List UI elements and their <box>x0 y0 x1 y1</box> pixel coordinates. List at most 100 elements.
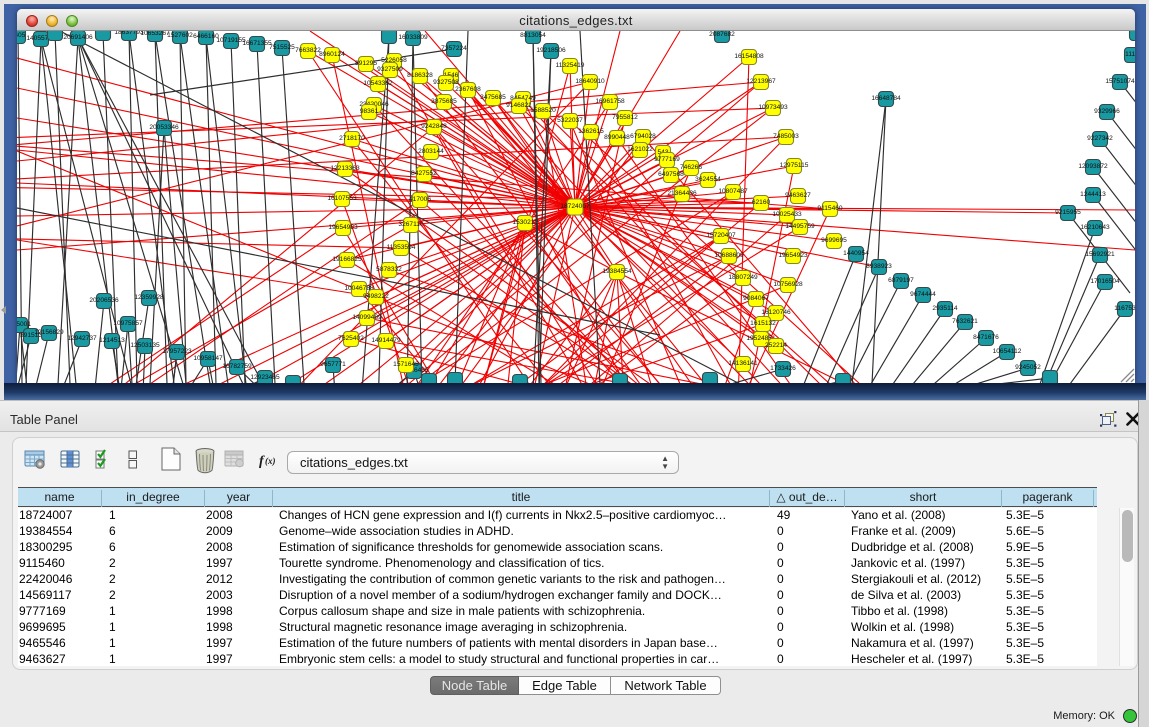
svg-text:16782759: 16782759 <box>222 363 252 370</box>
svg-text:6466160: 6466160 <box>193 33 219 40</box>
svg-text:7485003: 7485003 <box>773 133 799 140</box>
svg-text:10756928: 10756928 <box>773 281 803 288</box>
svg-text:9245052: 9245052 <box>1015 364 1041 371</box>
svg-text:8427552: 8427552 <box>411 170 437 177</box>
svg-text:10654112: 10654112 <box>993 348 1022 355</box>
svg-text:10807487: 10807487 <box>718 188 748 195</box>
svg-text:1530211: 1530211 <box>512 219 538 226</box>
svg-text:9327508: 9327508 <box>433 79 459 86</box>
svg-text:9329966: 9329966 <box>1094 108 1120 115</box>
svg-text:16033809: 16033809 <box>398 34 428 41</box>
svg-text:8990448: 8990448 <box>604 134 630 141</box>
svg-text:7663822: 7663822 <box>295 47 321 54</box>
svg-text:1588520: 1588520 <box>530 107 556 114</box>
svg-text:16671355: 16671355 <box>242 40 272 47</box>
svg-text:12093872: 12093872 <box>1078 163 1108 170</box>
svg-text:19218506: 19218506 <box>536 47 566 54</box>
svg-text:9215955: 9215955 <box>1055 209 1081 216</box>
svg-text:16961758: 16961758 <box>595 98 625 105</box>
svg-text:8186328: 8186328 <box>407 72 433 79</box>
svg-text:17957223: 17957223 <box>162 348 192 355</box>
svg-text:14914479: 14914479 <box>371 337 401 344</box>
svg-text:8471676: 8471676 <box>973 334 999 341</box>
svg-text:2367608: 2367608 <box>455 86 481 93</box>
svg-text:14136141: 14136141 <box>728 360 758 367</box>
svg-text:6794028: 6794028 <box>630 133 656 140</box>
svg-text:62160: 62160 <box>752 199 771 206</box>
svg-text:19654923: 19654923 <box>778 252 808 259</box>
svg-text:1615132: 1615132 <box>750 320 776 327</box>
svg-text:8813054: 8813054 <box>520 32 546 39</box>
svg-text:15751074: 15751074 <box>1105 78 1135 85</box>
svg-text:9657771: 9657771 <box>320 361 346 368</box>
svg-text:10025433: 10025433 <box>772 211 802 218</box>
svg-text:1214513: 1214513 <box>99 337 125 344</box>
svg-text:10958147: 10958147 <box>193 355 223 362</box>
svg-text:9227342: 9227342 <box>1087 135 1113 142</box>
svg-text:6879197: 6879197 <box>888 277 914 284</box>
svg-text:15692921: 15692921 <box>1085 251 1115 258</box>
svg-text:2718170: 2718170 <box>339 135 365 142</box>
svg-text:10975857: 10975857 <box>113 320 143 327</box>
svg-text:2803144: 2803144 <box>418 148 444 155</box>
svg-text:20206536: 20206536 <box>89 297 119 304</box>
svg-text:8938923: 8938923 <box>866 263 892 270</box>
svg-text:9463627: 9463627 <box>785 192 811 199</box>
svg-text:12156829: 12156829 <box>34 329 64 336</box>
svg-text:18807249: 18807249 <box>728 274 758 281</box>
svg-text:1733426: 1733426 <box>770 365 796 372</box>
svg-text:9674444: 9674444 <box>910 291 936 298</box>
svg-text:6497568: 6497568 <box>658 171 684 178</box>
svg-text:1440954: 1440954 <box>843 250 869 257</box>
svg-text:12975115: 12975115 <box>780 162 809 169</box>
svg-text:10543362: 10543362 <box>363 80 393 87</box>
svg-text:(x): (x) <box>265 456 276 466</box>
svg-text:11325419: 11325419 <box>556 62 585 69</box>
svg-text:16648784: 16648784 <box>871 95 901 102</box>
svg-text:9242848: 9242848 <box>421 123 447 130</box>
svg-text:10973493: 10973493 <box>758 104 788 111</box>
svg-text:3475685: 3475685 <box>480 94 506 101</box>
svg-text:11353594: 11353594 <box>387 244 416 251</box>
svg-text:1362615: 1362615 <box>578 128 604 135</box>
svg-text:16107553: 16107553 <box>327 195 357 202</box>
svg-text:12213363: 12213363 <box>330 165 360 172</box>
svg-text:9777169: 9777169 <box>654 156 680 163</box>
svg-text:19654983: 19654983 <box>328 224 358 231</box>
svg-text:15720407: 15720407 <box>706 232 736 239</box>
svg-text:18640910: 18640910 <box>575 78 605 85</box>
svg-text:17016504: 17016504 <box>1090 278 1120 285</box>
svg-text:10653267: 10653267 <box>140 31 170 37</box>
svg-text:7357224: 7357224 <box>441 45 467 52</box>
svg-text:21364436: 21364436 <box>667 190 697 197</box>
svg-text:12503135: 12503135 <box>130 342 160 349</box>
svg-text:14099489: 14099489 <box>352 314 382 321</box>
svg-text:7955812: 7955812 <box>612 114 638 121</box>
svg-text:16154808: 16154808 <box>734 53 764 60</box>
svg-text:20691406: 20691406 <box>63 34 93 41</box>
svg-text:3875685: 3875685 <box>431 98 457 105</box>
svg-text:746266: 746266 <box>680 164 702 171</box>
svg-text:2935114: 2935114 <box>932 305 958 312</box>
svg-text:2087682: 2087682 <box>709 31 735 38</box>
svg-text:435001: 435001 <box>17 321 31 328</box>
svg-text:19384554: 19384554 <box>602 268 632 275</box>
svg-text:16120746: 16120746 <box>761 309 791 316</box>
svg-text:9115460: 9115460 <box>817 205 843 212</box>
svg-text:1405: 1405 <box>17 32 26 39</box>
svg-text:9699695: 9699695 <box>821 237 847 244</box>
svg-text:1621022: 1621022 <box>627 146 653 153</box>
svg-text:891295: 891295 <box>355 60 377 67</box>
svg-text:5322037: 5322037 <box>557 117 583 124</box>
svg-text:1244413: 1244413 <box>1080 191 1106 198</box>
svg-text:1112: 1112 <box>1125 51 1135 58</box>
svg-text:9084067: 9084067 <box>743 295 769 302</box>
svg-text:12923465: 12923465 <box>250 374 280 381</box>
svg-text:252214: 252214 <box>765 342 787 349</box>
svg-text:98361: 98361 <box>360 108 379 115</box>
svg-text:16210643: 16210643 <box>1080 224 1110 231</box>
svg-text:116753: 116753 <box>1114 305 1135 312</box>
svg-text:20053346: 20053346 <box>149 124 179 131</box>
svg-text:14495759: 14495759 <box>785 223 815 230</box>
svg-text:12213967: 12213967 <box>746 78 776 85</box>
